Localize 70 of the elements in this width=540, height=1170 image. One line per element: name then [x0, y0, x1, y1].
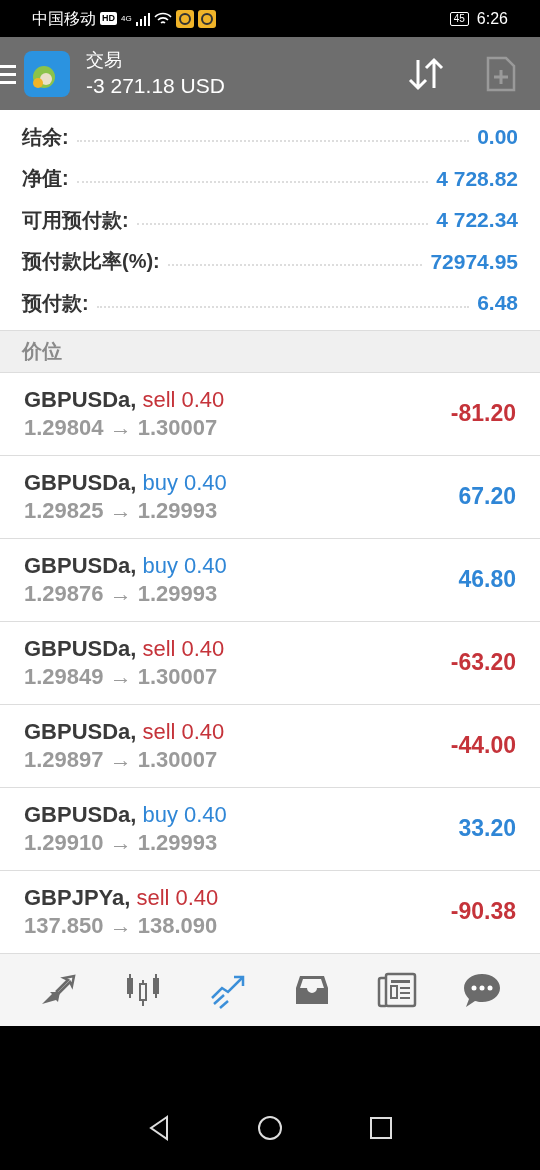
- summary-label: 净值:: [22, 166, 69, 192]
- summary-label: 结余:: [22, 124, 69, 150]
- position-row[interactable]: GBPJPYa, sell 0.40 137.850 → 138.090 -90.38: [0, 870, 540, 954]
- screen-title: 交易: [86, 48, 123, 72]
- symbol-label: GBPUSDa,: [24, 717, 137, 746]
- position-row[interactable]: GBPUSDa, buy 0.40 1.29910 → 1.29993 33.20: [0, 787, 540, 871]
- profit-value: 46.80: [458, 565, 516, 595]
- profit-value: 67.20: [458, 482, 516, 512]
- summary-value: 4 728.82: [436, 165, 518, 192]
- app-notification-icon: [197, 9, 216, 28]
- order-type: sell: [142, 385, 176, 414]
- order-type: buy: [142, 551, 178, 580]
- summary-label: 可用预付款:: [22, 207, 129, 233]
- app-logo-icon: [24, 50, 70, 97]
- price-range: 137.850 → 138.090: [24, 911, 219, 940]
- order-volume: 0.40: [175, 883, 219, 912]
- symbol-label: GBPJPYa,: [24, 883, 131, 912]
- hd-badge: HD: [100, 11, 117, 26]
- network-label: 4G: [121, 12, 132, 25]
- order-volume: 0.40: [181, 717, 225, 746]
- summary-value: 6.48: [477, 290, 518, 316]
- order-type: sell: [142, 717, 176, 746]
- profit-value: 33.20: [458, 814, 516, 844]
- position-row[interactable]: GBPUSDa, sell 0.40 1.29849 → 1.30007 -63.20: [0, 621, 540, 705]
- battery-indicator: 45: [449, 11, 469, 26]
- symbol-label: GBPUSDa,: [24, 385, 137, 414]
- order-volume: 0.40: [183, 551, 227, 580]
- order-volume: 0.40: [183, 468, 227, 497]
- home-icon[interactable]: [257, 1114, 283, 1141]
- order-type: sell: [136, 883, 170, 912]
- price-range: 1.29825 → 1.29993: [24, 496, 219, 525]
- summary-label: 预付款比率(%):: [22, 249, 160, 275]
- profit-value: -90.38: [450, 897, 516, 927]
- summary-value: 0.00: [477, 124, 518, 150]
- price-range: 1.29897 → 1.30007: [24, 745, 219, 774]
- section-header: 价位: [0, 329, 540, 373]
- order-type: sell: [142, 634, 176, 663]
- profit-value: -44.00: [450, 731, 516, 761]
- menu-icon[interactable]: [0, 62, 16, 85]
- price-range: 1.29804 → 1.30007: [24, 413, 219, 442]
- carrier-name: 中国移动: [32, 8, 96, 29]
- profit-value: -63.20: [450, 648, 516, 678]
- clock: 6:26: [476, 8, 508, 29]
- order-type: buy: [142, 468, 178, 497]
- signal-icon: [135, 11, 150, 26]
- symbol-label: GBPUSDa,: [24, 551, 137, 580]
- price-range: 1.29849 → 1.30007: [24, 662, 219, 691]
- order-volume: 0.40: [181, 634, 225, 663]
- recents-icon[interactable]: [369, 1115, 393, 1140]
- price-range: 1.29876 → 1.29993: [24, 579, 219, 608]
- summary-value: 72974.95: [430, 248, 518, 275]
- price-range: 1.29910 → 1.29993: [24, 828, 219, 857]
- position-row[interactable]: GBPUSDa, buy 0.40 1.29876 → 1.29993 46.80: [0, 538, 540, 622]
- position-row[interactable]: GBPUSDa, buy 0.40 1.29825 → 1.29993 67.20: [0, 455, 540, 539]
- symbol-label: GBPUSDa,: [24, 468, 137, 497]
- position-row[interactable]: GBPUSDa, sell 0.40 1.29897 → 1.30007 -44.00: [0, 704, 540, 788]
- order-volume: 0.40: [181, 385, 225, 414]
- back-icon[interactable]: [147, 1114, 171, 1141]
- account-balance: -3 271.18 USD: [86, 72, 225, 99]
- wifi-icon: [153, 11, 172, 26]
- summary-value: 4 722.34: [436, 207, 518, 233]
- summary-label: 预付款:: [22, 290, 89, 316]
- app-notification-icon: [175, 9, 194, 28]
- profit-value: -81.20: [450, 399, 516, 429]
- symbol-label: GBPUSDa,: [24, 800, 137, 829]
- symbol-label: GBPUSDa,: [24, 634, 137, 663]
- sort-arrows-icon[interactable]: [406, 55, 446, 92]
- order-volume: 0.40: [183, 800, 227, 829]
- order-type: buy: [142, 800, 178, 829]
- position-row[interactable]: GBPUSDa, sell 0.40 1.29804 → 1.30007 -81.20: [0, 372, 540, 456]
